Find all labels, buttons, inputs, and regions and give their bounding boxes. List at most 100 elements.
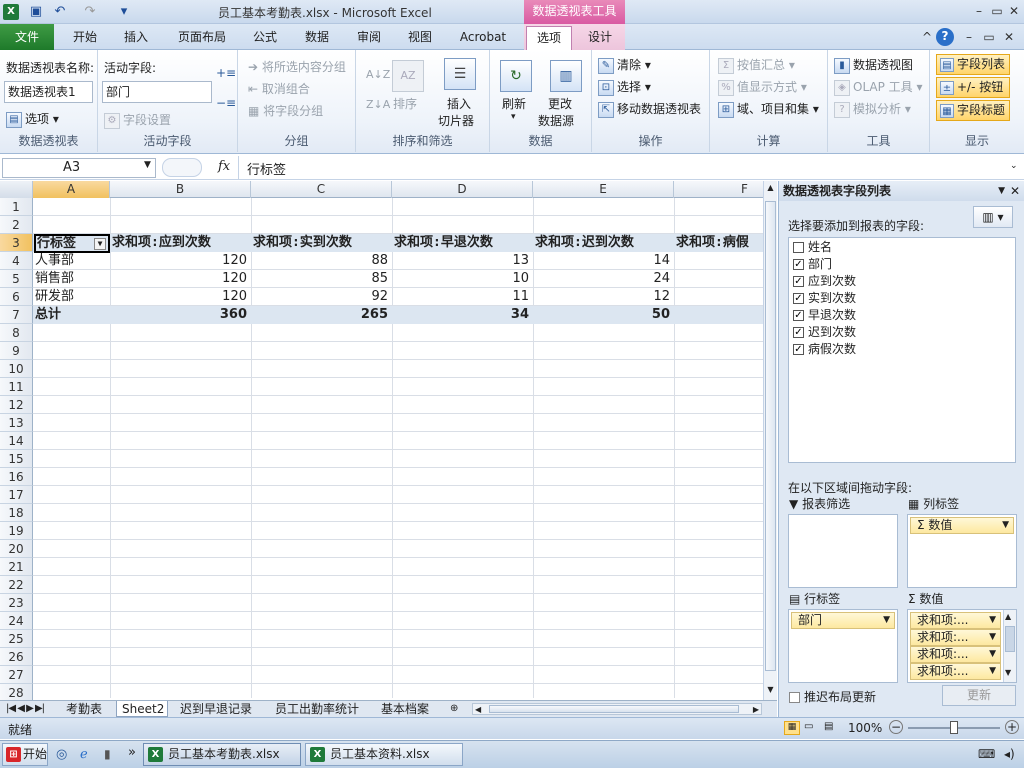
tab-view[interactable]: 视图: [398, 26, 442, 50]
active-field-input[interactable]: 部门: [102, 81, 212, 103]
pivot-row-label[interactable]: 研发部: [35, 288, 110, 306]
pill-dropdown-icon[interactable]: ▼: [989, 613, 996, 628]
pivot-value-cell[interactable]: 92: [253, 288, 390, 306]
filter-dropdown-icon[interactable]: ▼: [94, 238, 106, 250]
quicklaunch-more-icon[interactable]: »: [128, 745, 136, 760]
tab-options[interactable]: 选项: [526, 26, 572, 51]
page-layout-view-icon[interactable]: ▭: [804, 721, 813, 732]
defer-update-checkbox[interactable]: 推迟布局更新: [789, 688, 876, 705]
show-values-as-button[interactable]: % 值显示方式 ▾: [718, 78, 807, 96]
row-header[interactable]: 25: [0, 630, 33, 648]
row-header[interactable]: 16: [0, 468, 33, 486]
tab-data[interactable]: 数据: [295, 26, 339, 50]
start-button[interactable]: ⊞ 开始: [2, 743, 48, 766]
row-header[interactable]: 12: [0, 396, 33, 414]
customize-qat-icon[interactable]: ▾: [116, 4, 132, 20]
pane-close-icon[interactable]: ✕: [1010, 181, 1020, 201]
field-list-item[interactable]: ✓ 病假次数: [793, 341, 856, 358]
formula-bar-expand-handle[interactable]: [162, 158, 202, 177]
doc-minimize-icon[interactable]: –: [960, 29, 978, 45]
expand-field-icon[interactable]: +≡: [216, 66, 236, 80]
row-header[interactable]: 3: [0, 234, 33, 252]
tab-formulas[interactable]: 公式: [243, 26, 287, 50]
new-sheet-icon[interactable]: ⊕: [450, 701, 458, 717]
row-header[interactable]: 27: [0, 666, 33, 684]
sort-asc-icon[interactable]: A↓Z: [366, 68, 390, 81]
undo-icon[interactable]: ↶: [52, 4, 68, 20]
values-scroll-thumb[interactable]: [1005, 626, 1015, 652]
row-header[interactable]: 19: [0, 522, 33, 540]
row-header[interactable]: 15: [0, 450, 33, 468]
column-header-c[interactable]: C: [251, 181, 392, 198]
pivot-value-cell[interactable]: 120: [112, 288, 249, 306]
field-list-item[interactable]: 姓名: [793, 239, 832, 256]
field-list-toggle[interactable]: ▤ 字段列表: [936, 54, 1010, 75]
pivot-value-cell[interactable]: 265: [253, 306, 390, 324]
pivot-value-cell[interactable]: 85: [253, 270, 390, 288]
pivot-header-cell[interactable]: 求和项:病假: [676, 234, 763, 252]
row-header[interactable]: 17: [0, 486, 33, 504]
save-icon[interactable]: ▣: [28, 4, 44, 20]
doc-restore-icon[interactable]: ▭: [980, 29, 998, 45]
ungroup-button[interactable]: ⇤ 取消组合: [248, 80, 310, 97]
fields-items-sets-button[interactable]: ⊞ 域、项目和集 ▾: [718, 100, 819, 118]
help-icon[interactable]: ?: [936, 28, 954, 46]
pivot-value-cell[interactable]: 14: [535, 252, 672, 270]
summarize-by-button[interactable]: Σ 按值汇总 ▾: [718, 56, 795, 74]
pivot-chart-button[interactable]: ▮ 数据透视图: [834, 56, 913, 74]
select-button[interactable]: ⊡ 选择 ▾: [598, 78, 651, 96]
change-source-label-1[interactable]: 更改: [548, 95, 572, 112]
minimize-icon[interactable]: –: [970, 3, 988, 19]
row-field-pill[interactable]: 部门 ▼: [791, 612, 895, 629]
zoom-level[interactable]: 100%: [848, 721, 882, 735]
tab-insert[interactable]: 插入: [113, 26, 159, 50]
restore-icon[interactable]: ▭: [988, 3, 1006, 19]
h-scroll-thumb[interactable]: [489, 705, 739, 713]
column-header-e[interactable]: E: [533, 181, 674, 198]
field-checkbox[interactable]: ✓: [793, 310, 804, 321]
pill-dropdown-icon[interactable]: ▼: [989, 630, 996, 645]
column-header-b[interactable]: B: [110, 181, 251, 198]
row-header[interactable]: 26: [0, 648, 33, 666]
what-if-button[interactable]: ? 模拟分析 ▾: [834, 100, 911, 118]
row-header[interactable]: 2: [0, 216, 33, 234]
taskbar-item-basic-info[interactable]: X 员工基本资料.xlsx: [305, 743, 463, 766]
row-header[interactable]: 7: [0, 306, 33, 324]
quicklaunch-icon[interactable]: ▮: [104, 747, 111, 761]
pivot-row-label-header[interactable]: 行标签 ▼: [34, 234, 110, 253]
field-list-item[interactable]: ✓ 部门: [793, 256, 832, 273]
horizontal-scrollbar[interactable]: ◀ ▶: [472, 703, 762, 715]
pivot-name-input[interactable]: 数据透视表1: [4, 81, 93, 103]
values-scrollbar[interactable]: ▲ ▼: [1003, 610, 1016, 682]
buttons-toggle[interactable]: ± +/- 按钮: [936, 77, 1010, 98]
pivot-header-cell[interactable]: 求和项:早退次数: [394, 234, 533, 252]
row-header[interactable]: 4: [0, 252, 33, 270]
row-header[interactable]: 13: [0, 414, 33, 432]
insert-slicer-label-2[interactable]: 切片器: [438, 112, 474, 129]
column-header-a[interactable]: A: [33, 181, 110, 198]
doc-close-icon[interactable]: ✕: [1000, 29, 1018, 45]
row-header[interactable]: 24: [0, 612, 33, 630]
change-source-label-2[interactable]: 数据源: [538, 112, 574, 129]
insert-function-icon[interactable]: fx: [218, 159, 230, 174]
scroll-thumb[interactable]: [765, 201, 776, 671]
field-checkbox[interactable]: ✓: [793, 276, 804, 287]
normal-view-icon[interactable]: ▦: [784, 721, 800, 735]
row-header[interactable]: 11: [0, 378, 33, 396]
pill-dropdown-icon[interactable]: ▼: [1002, 518, 1009, 533]
row-header[interactable]: 5: [0, 270, 33, 288]
field-list-item[interactable]: ✓ 实到次数: [793, 290, 856, 307]
field-checkbox[interactable]: ✓: [793, 259, 804, 270]
redo-icon[interactable]: ↷: [82, 4, 98, 20]
report-filter-area[interactable]: [788, 514, 898, 588]
row-header[interactable]: 10: [0, 360, 33, 378]
pane-options-icon[interactable]: ▼: [998, 181, 1005, 201]
value-field-pill[interactable]: 求和项:... ▼: [910, 612, 1001, 629]
field-checkbox[interactable]: ✓: [793, 293, 804, 304]
values-area[interactable]: ▲ ▼ 求和项:... ▼ 求和项:... ▼ 求和项:... ▼ 求和项:... ▼: [907, 609, 1017, 683]
pill-dropdown-icon[interactable]: ▼: [989, 647, 996, 662]
pivot-header-cell[interactable]: 求和项:实到次数: [253, 234, 392, 252]
close-icon[interactable]: ✕: [1005, 3, 1023, 19]
move-pivot-button[interactable]: ⇱ 移动数据透视表: [598, 100, 701, 118]
pivot-row-label[interactable]: 人事部: [35, 252, 110, 270]
